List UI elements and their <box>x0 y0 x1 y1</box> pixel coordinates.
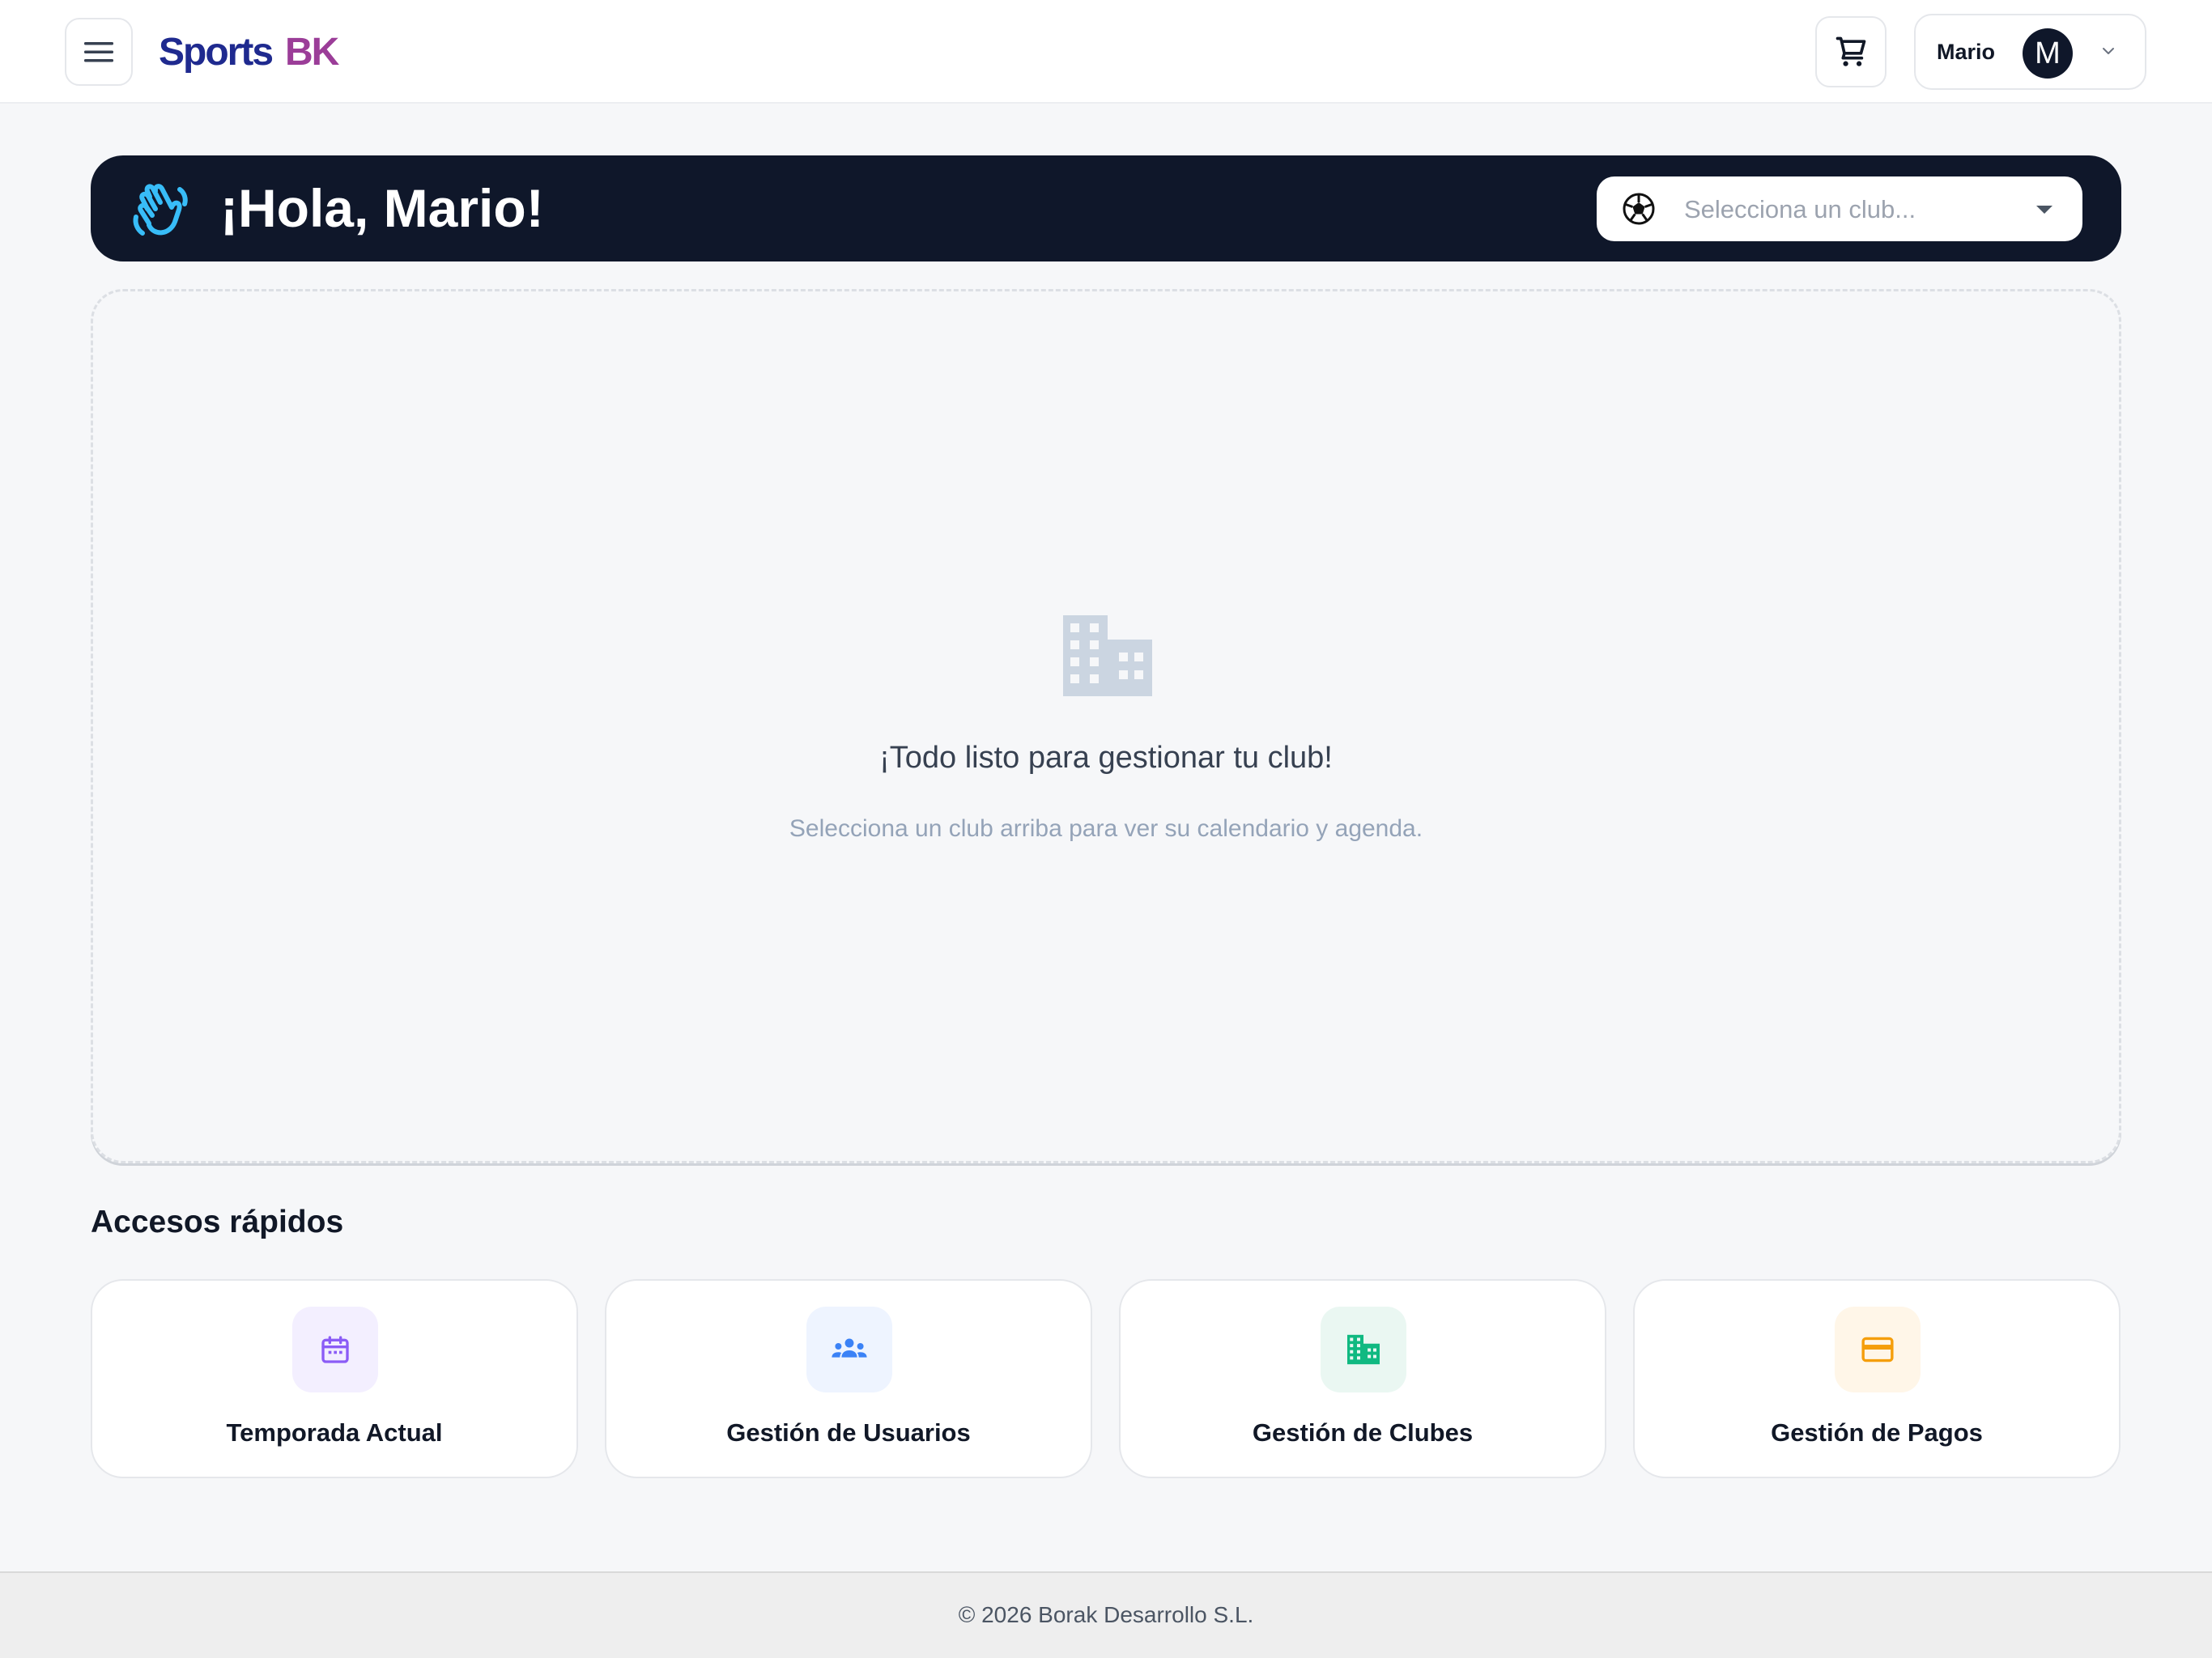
brand-logo[interactable]: Sports BK <box>159 28 339 76</box>
quick-access-clubes[interactable]: Gestión de Clubes <box>1119 1279 1606 1478</box>
quick-access-label: Gestión de Pagos <box>1771 1418 1983 1447</box>
quick-access-title: Accesos rápidos <box>91 1205 344 1239</box>
user-menu-button[interactable]: Mario M <box>1914 14 2146 90</box>
greeting-title: ¡Hola, Mario! <box>220 178 544 238</box>
empty-state-subtitle: Selecciona un club arriba para ver su ca… <box>789 815 1423 842</box>
quick-access-pagos[interactable]: Gestión de Pagos <box>1633 1279 2121 1478</box>
shopping-cart-icon <box>1836 36 1866 66</box>
quick-access-icon-box <box>292 1307 378 1392</box>
quick-access-icon-box <box>1321 1307 1406 1392</box>
menu-button[interactable] <box>65 18 133 86</box>
chevron-down-icon <box>2103 48 2114 54</box>
greeting-banner: ¡Hola, Mario! Selecciona un club... <box>91 155 2121 261</box>
empty-state-panel: ¡Todo listo para gestionar tu club! Sele… <box>91 289 2121 1163</box>
quick-access-usuarios[interactable]: Gestión de Usuarios <box>605 1279 1092 1478</box>
cart-button[interactable] <box>1815 16 1887 87</box>
brand-name-sports: Sports <box>159 30 274 74</box>
brand-name-bk: BK <box>285 30 339 74</box>
top-bar: Sports BK Mario M <box>0 0 2212 104</box>
calendar-icon <box>321 1336 349 1363</box>
quick-access-icon-box <box>806 1307 892 1392</box>
quick-access-label: Temporada Actual <box>226 1418 443 1447</box>
building-icon <box>1063 615 1152 696</box>
waving-hand-icon <box>133 184 188 236</box>
users-icon <box>832 1338 867 1358</box>
user-name: Mario <box>1937 40 1996 64</box>
footer: © 2026 Borak Desarrollo S.L. <box>0 1571 2212 1658</box>
caret-down-icon <box>2036 206 2052 214</box>
club-select-placeholder: Selecciona un club... <box>1684 195 1916 223</box>
credit-card-icon <box>1861 1337 1894 1363</box>
club-select[interactable]: Selecciona un club... <box>1597 176 2082 241</box>
soccer-ball-icon <box>1623 193 1655 225</box>
footer-copyright: © 2026 Borak Desarrollo S.L. <box>958 1602 1254 1627</box>
avatar: M <box>2023 28 2073 79</box>
quick-access-icon-box <box>1835 1307 1921 1392</box>
quick-access-label: Gestión de Usuarios <box>726 1418 971 1447</box>
quick-access-label: Gestión de Clubes <box>1252 1418 1474 1447</box>
empty-state-title: ¡Todo listo para gestionar tu club! <box>879 741 1333 775</box>
hamburger-icon <box>84 42 113 62</box>
building-icon <box>1347 1334 1380 1365</box>
quick-access-temporada[interactable]: Temporada Actual <box>91 1279 578 1478</box>
